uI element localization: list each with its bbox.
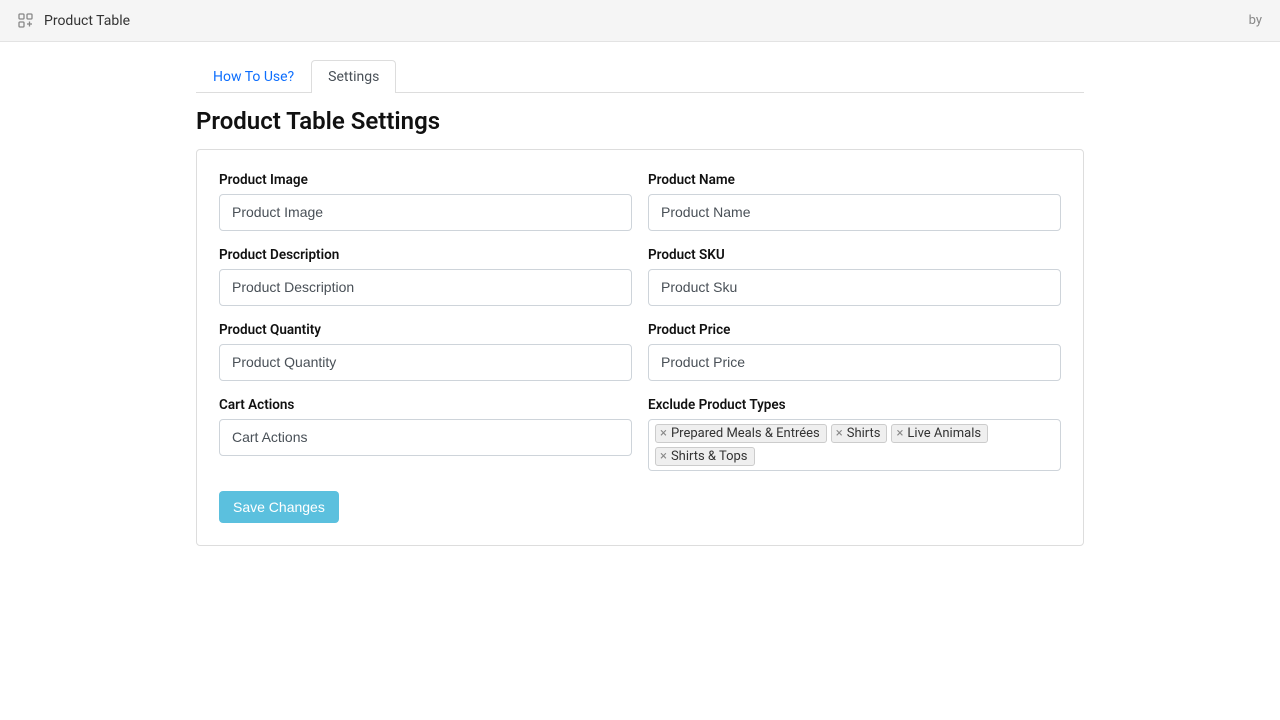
topbar-by: by [1249, 13, 1262, 28]
page-title: Product Table Settings [196, 107, 1084, 135]
app-title: Product Table [44, 13, 130, 29]
app-icon [18, 13, 34, 29]
close-icon[interactable]: × [896, 427, 903, 440]
save-button[interactable]: Save Changes [219, 491, 339, 523]
tag-item[interactable]: × Prepared Meals & Entrées [655, 424, 827, 443]
input-cart-actions[interactable] [219, 419, 632, 456]
settings-card: Product Image Product Name Product Descr… [196, 149, 1084, 546]
tag-item[interactable]: × Live Animals [891, 424, 988, 443]
label-product-price: Product Price [648, 322, 1061, 338]
close-icon[interactable]: × [660, 427, 667, 440]
tag-label: Shirts [847, 426, 881, 441]
input-product-description[interactable] [219, 269, 632, 306]
tabs: How To Use? Settings [196, 60, 1084, 93]
tag-label: Prepared Meals & Entrées [671, 426, 820, 441]
input-product-image[interactable] [219, 194, 632, 231]
label-product-quantity: Product Quantity [219, 322, 632, 338]
label-product-name: Product Name [648, 172, 1061, 188]
input-exclude-types[interactable]: × Prepared Meals & Entrées × Shirts × Live An… [648, 419, 1061, 471]
tag-label: Shirts & Tops [671, 449, 748, 464]
topbar-left: Product Table [18, 13, 130, 29]
label-product-description: Product Description [219, 247, 632, 263]
input-product-sku[interactable] [648, 269, 1061, 306]
tab-how-to-use[interactable]: How To Use? [196, 60, 311, 93]
label-product-sku: Product SKU [648, 247, 1061, 263]
tag-item[interactable]: × Shirts [831, 424, 888, 443]
label-cart-actions: Cart Actions [219, 397, 632, 413]
label-exclude-types: Exclude Product Types [648, 397, 1061, 413]
input-product-quantity[interactable] [219, 344, 632, 381]
tag-label: Live Animals [907, 426, 981, 441]
close-icon[interactable]: × [836, 427, 843, 440]
main-container: How To Use? Settings Product Table Setti… [196, 42, 1084, 586]
input-product-name[interactable] [648, 194, 1061, 231]
tab-settings[interactable]: Settings [311, 60, 396, 93]
label-product-image: Product Image [219, 172, 632, 188]
topbar: Product Table by [0, 0, 1280, 42]
close-icon[interactable]: × [660, 450, 667, 463]
input-product-price[interactable] [648, 344, 1061, 381]
tag-item[interactable]: × Shirts & Tops [655, 447, 755, 466]
